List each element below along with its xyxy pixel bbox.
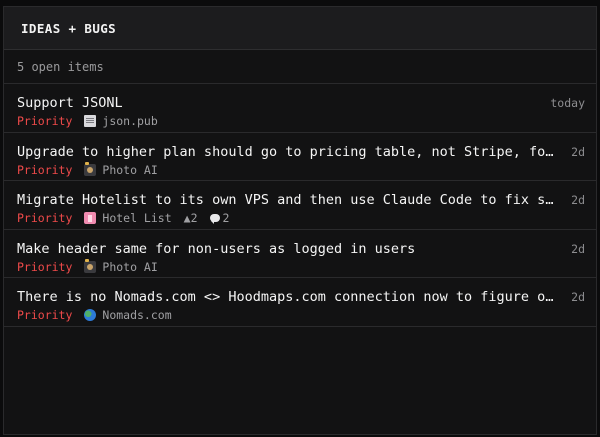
item-timestamp: 2d [571,144,585,159]
upvote-count[interactable]: ▲2 [184,210,198,226]
priority-badge: Priority [17,259,73,274]
item-meta: Priority Photo AI [17,258,556,275]
list-item[interactable]: Support JSONL today Priority json.pub [4,84,596,133]
priority-badge: Priority [17,114,73,128]
item-title[interactable]: Upgrade to higher plan should go to pric… [17,143,556,161]
document-icon [84,115,97,127]
item-title[interactable]: Support JSONL [17,94,556,112]
list-item[interactable]: Upgrade to higher plan should go to pric… [4,133,596,181]
open-items-count: 5 open items [4,50,596,84]
item-timestamp: 2d [571,290,585,304]
project-name[interactable]: Hotel List [102,210,171,226]
camera-icon [84,161,97,176]
item-title[interactable]: Make header same for non-users as logged… [17,240,556,258]
list-item[interactable]: Migrate Hotelist to its own VPS and then… [4,181,596,230]
item-meta: Priority Photo AI [17,161,556,178]
camera-icon [84,258,97,273]
hotel-icon [84,212,97,224]
item-title[interactable]: There is no Nomads.com <> Hoodmaps.com c… [17,288,556,306]
item-timestamp: today [550,96,585,110]
comment-count-value: 2 [222,211,230,225]
comment-icon [209,214,220,224]
project-name[interactable]: Photo AI [102,259,157,275]
item-meta: Priority Nomads.com [17,307,556,323]
panel-header: IDEAS + BUGS [4,7,596,50]
item-timestamp: 2d [571,241,585,256]
panel-title: IDEAS + BUGS [21,20,117,36]
list-item[interactable]: There is no Nomads.com <> Hoodmaps.com c… [4,278,596,327]
ideas-bugs-panel: IDEAS + BUGS 5 open items Support JSONL … [3,6,597,435]
list-item[interactable]: Make header same for non-users as logged… [4,230,596,278]
project-name[interactable]: Photo AI [102,162,157,178]
priority-badge: Priority [17,308,73,322]
item-meta: Priority Hotel List ▲2 2 [17,210,556,226]
priority-badge: Priority [17,162,73,177]
priority-badge: Priority [17,211,73,225]
comment-count[interactable]: 2 [209,210,230,226]
project-name[interactable]: json.pub [102,113,157,129]
globe-icon [84,309,97,321]
item-timestamp: 2d [571,193,585,207]
item-meta: Priority json.pub [17,113,556,129]
item-title[interactable]: Migrate Hotelist to its own VPS and then… [17,191,556,209]
project-name[interactable]: Nomads.com [102,307,171,323]
